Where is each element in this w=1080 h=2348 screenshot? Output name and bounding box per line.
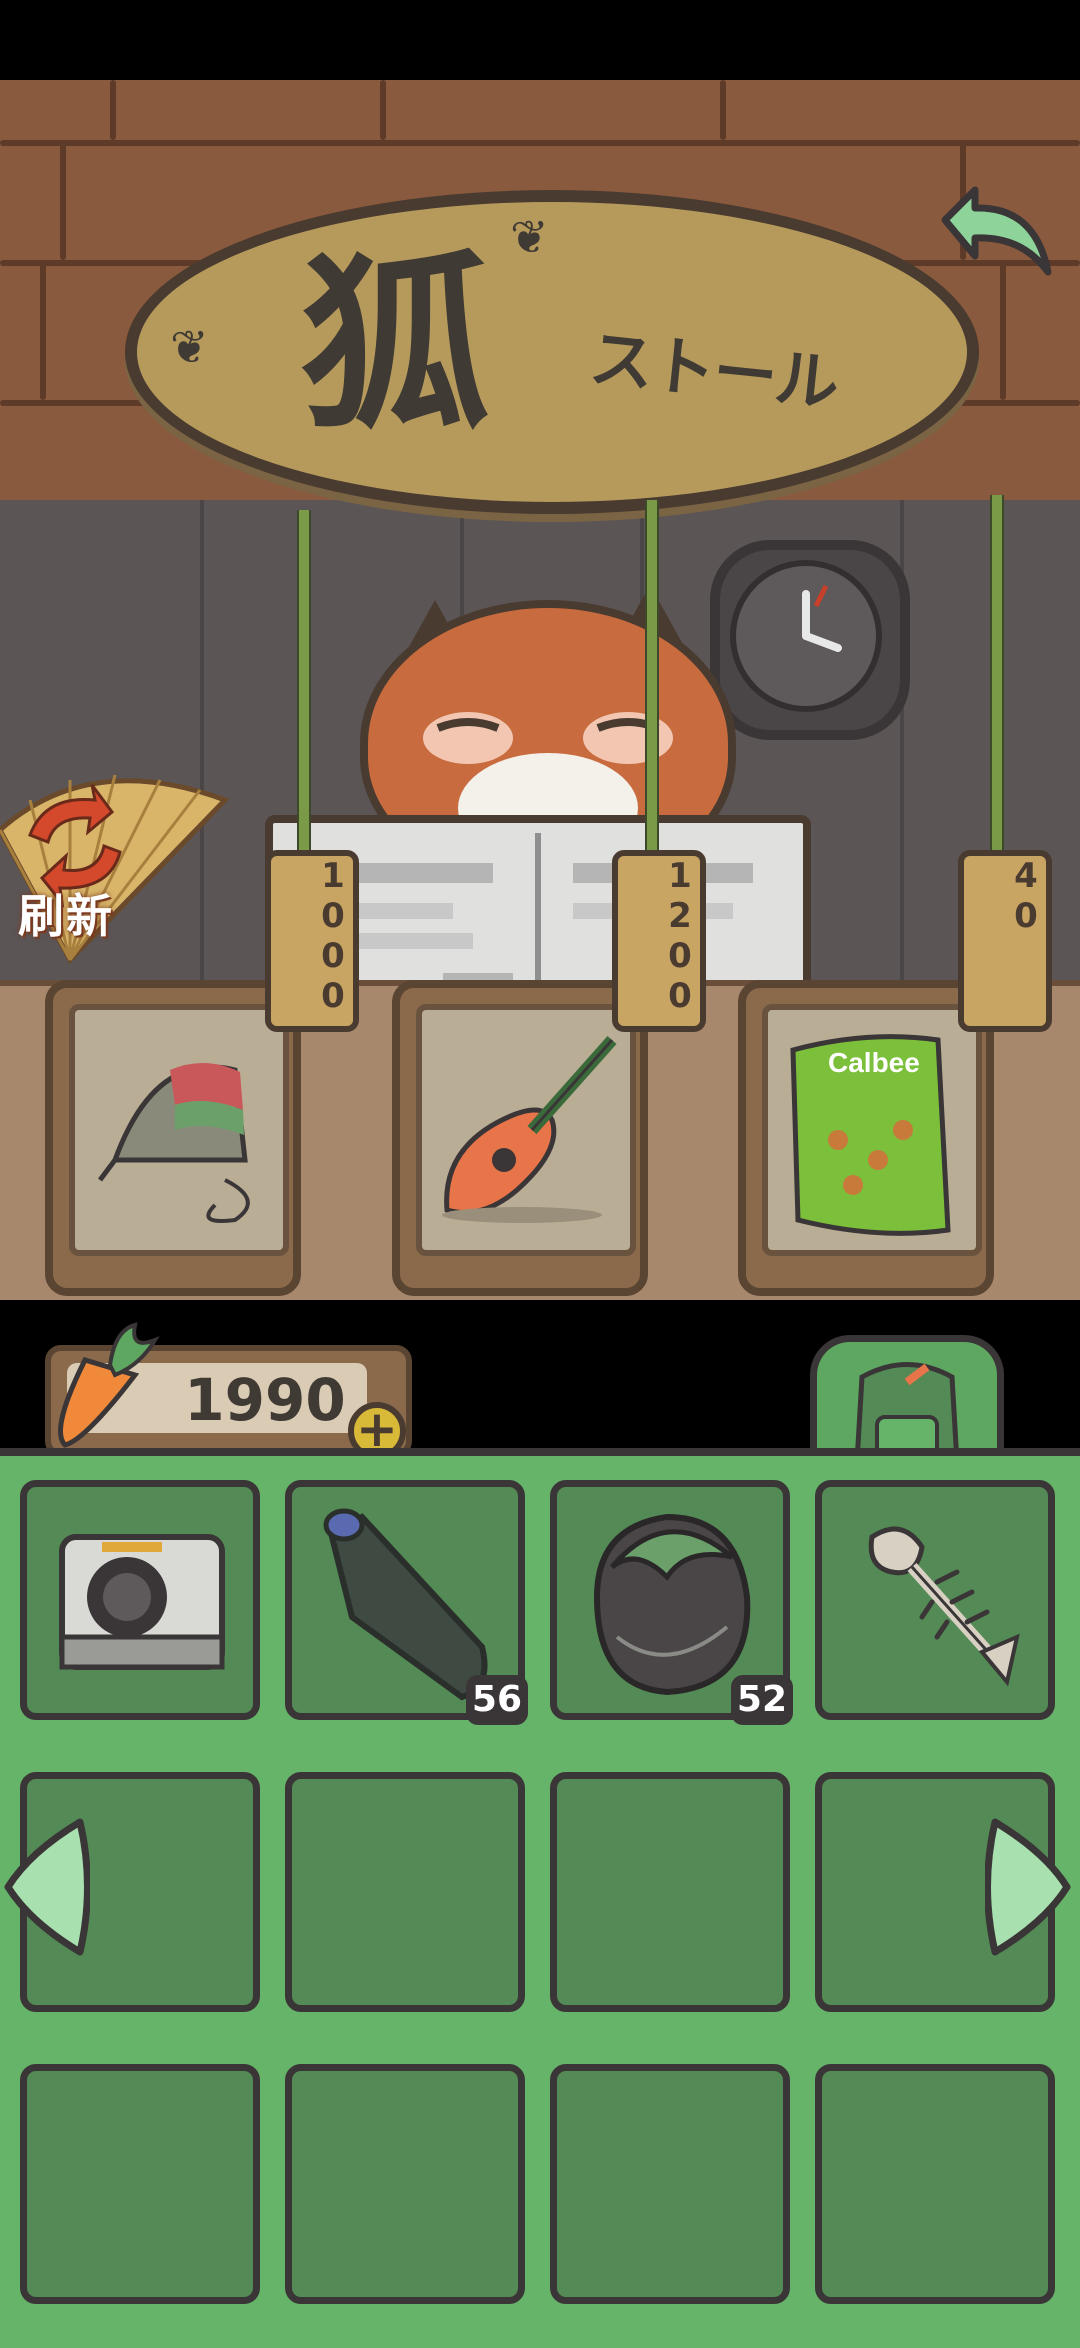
price-tag-2: 1200 bbox=[612, 850, 706, 1032]
price-tag-1: 1000 bbox=[265, 850, 359, 1032]
inventory-slot-6[interactable] bbox=[285, 1772, 525, 2012]
arrow-left-icon bbox=[4, 1818, 91, 1956]
inventory-slot-3[interactable]: 52 bbox=[550, 1480, 793, 1725]
shop-sign bbox=[125, 190, 979, 514]
shop-sign-title: 狐 bbox=[300, 233, 491, 456]
item-quantity-badge: 52 bbox=[730, 1675, 793, 1725]
inventory-slot-1[interactable] bbox=[20, 1480, 260, 1720]
inventory-slot-2[interactable]: 56 bbox=[285, 1480, 528, 1725]
paw-print-icon: ❦ bbox=[510, 210, 549, 264]
item-quantity-badge: 56 bbox=[465, 1675, 528, 1725]
currency-value: 1990 bbox=[184, 1366, 346, 1434]
refresh-label: 刷新 bbox=[18, 889, 114, 943]
carrot-icon bbox=[55, 1320, 165, 1450]
price-tag-2-value: 1200 bbox=[660, 856, 700, 1016]
instant-camera-icon bbox=[59, 1534, 225, 1670]
paw-print-icon: ❦ bbox=[170, 320, 209, 374]
inventory-slot-7[interactable] bbox=[550, 1772, 790, 2012]
shop-scene: ❦ ❦ 狐 ストール 刷新 Calbee 1000 1200 40 bbox=[0, 80, 1080, 1300]
clock-face bbox=[730, 560, 882, 712]
fish-bone-icon bbox=[868, 1526, 1020, 1687]
snack-brand: Calbee bbox=[828, 1047, 920, 1078]
price-tag-3: 40 bbox=[958, 850, 1052, 1032]
inventory-next-button[interactable] bbox=[984, 1812, 1075, 1962]
shop-item-slot-1[interactable] bbox=[45, 980, 301, 1296]
price-tag-3-value: 40 bbox=[1006, 856, 1046, 936]
back-arrow-icon bbox=[941, 186, 1052, 276]
shop-item-slot-3[interactable]: Calbee bbox=[738, 980, 994, 1296]
status-bar bbox=[0, 0, 1080, 80]
inventory-slot-12[interactable] bbox=[815, 2064, 1055, 2304]
fish-guitar-icon bbox=[442, 1036, 617, 1223]
back-button[interactable] bbox=[930, 180, 1060, 290]
arrow-right-icon bbox=[984, 1818, 1071, 1956]
spinning-top-icon bbox=[98, 1062, 250, 1223]
shop-item-slot-2[interactable] bbox=[392, 980, 648, 1296]
price-tag-1-value: 1000 bbox=[313, 856, 353, 1016]
inventory-slot-10[interactable] bbox=[285, 2064, 525, 2304]
inventory-slot-9[interactable] bbox=[20, 2064, 260, 2304]
snack-bag-icon: Calbee bbox=[790, 1034, 951, 1236]
inventory-prev-button[interactable] bbox=[0, 1812, 91, 1962]
inventory-slot-11[interactable] bbox=[550, 2064, 790, 2304]
inventory-slot-4[interactable] bbox=[815, 1480, 1055, 1720]
